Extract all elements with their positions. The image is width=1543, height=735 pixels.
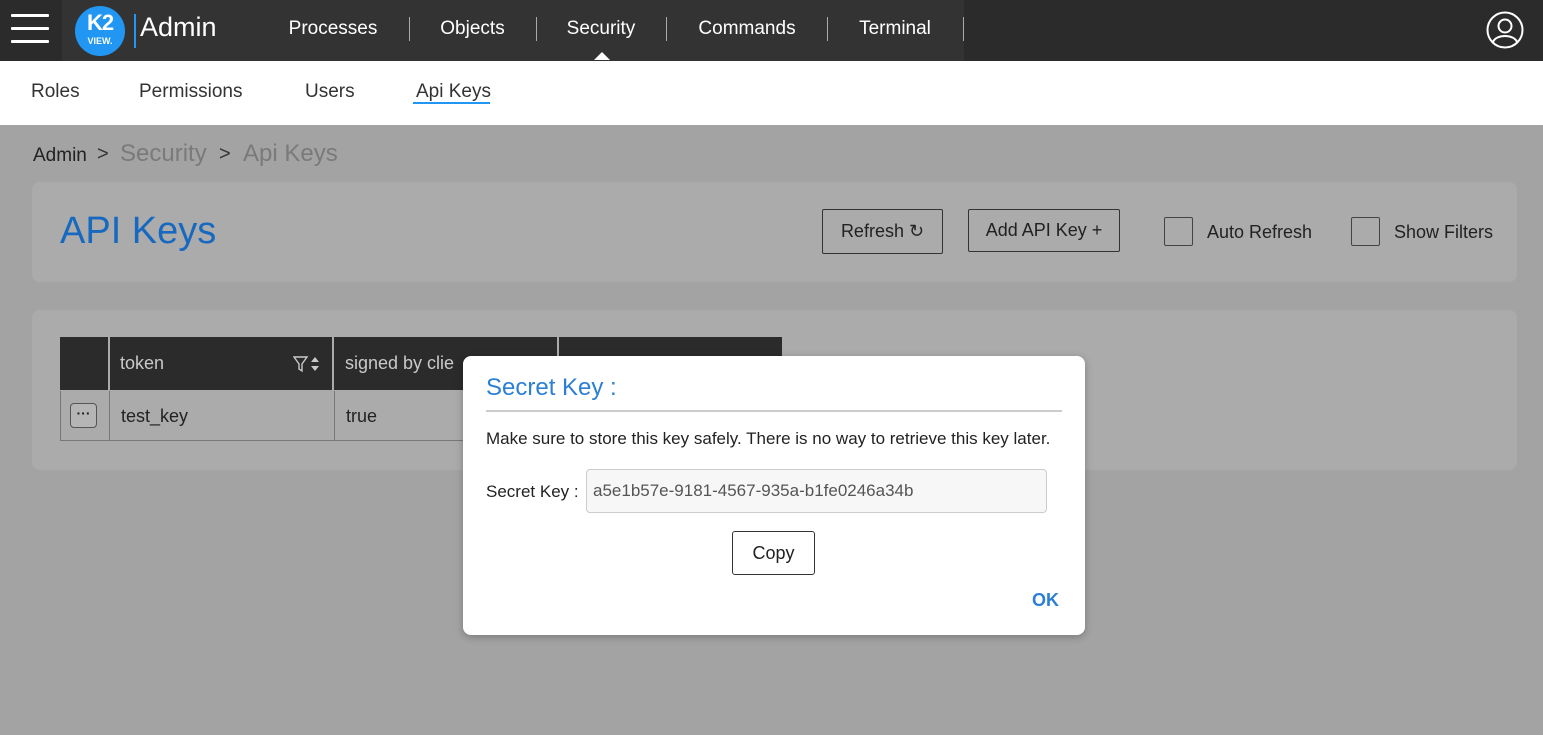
logo-divider: [134, 14, 136, 48]
breadcrumb-separator: >: [97, 143, 109, 165]
breadcrumb-security[interactable]: Security: [120, 140, 207, 168]
copy-button[interactable]: Copy: [732, 531, 815, 575]
dialog-divider: [486, 410, 1062, 412]
nav-divider: [666, 17, 667, 41]
show-filters-label: Show Filters: [1394, 222, 1494, 242]
nav-item-processes[interactable]: Processes: [280, 0, 386, 61]
subnav-item-api-keys[interactable]: Api Keys: [416, 81, 491, 103]
column-header-token-label: token: [120, 353, 165, 373]
page-title: API Keys: [60, 210, 217, 252]
app-title: Admin: [140, 12, 217, 42]
app-logo-block: K2 VIEW. Admin: [62, 0, 258, 61]
dialog-title: Secret Key :: [486, 374, 617, 401]
secret-key-label: Secret Key :: [486, 482, 579, 501]
nav-divider: [409, 17, 410, 41]
add-api-key-button[interactable]: Add API Key +: [968, 209, 1120, 252]
subnav-item-roles[interactable]: Roles: [31, 81, 80, 103]
table-header-actions: [60, 337, 108, 390]
table-cell-token: test_key: [109, 391, 335, 441]
k2view-logo: K2 VIEW.: [75, 6, 125, 56]
nav-item-commands[interactable]: Commands: [687, 0, 807, 61]
column-header-signed-label: signed by clie: [345, 353, 455, 373]
nav-item-objects[interactable]: Objects: [430, 0, 515, 61]
nav-item-terminal[interactable]: Terminal: [847, 0, 943, 61]
refresh-button[interactable]: Refresh ↻: [822, 209, 943, 254]
user-profile-icon[interactable]: [1486, 11, 1524, 49]
secret-key-field[interactable]: [586, 469, 1047, 513]
nav-divider: [827, 17, 828, 41]
breadcrumb-separator: >: [219, 143, 231, 165]
nav-divider: [536, 17, 537, 41]
filter-sort-icon[interactable]: [292, 355, 323, 373]
auto-refresh-checkbox[interactable]: [1164, 217, 1193, 246]
dialog-message: Make sure to store this key safely. Ther…: [486, 429, 1051, 448]
top-bar: K2 VIEW. Admin Processes Objects Securit…: [0, 0, 1543, 61]
breadcrumb-api-keys: Api Keys: [243, 140, 338, 167]
show-filters-checkbox[interactable]: [1351, 217, 1380, 246]
subnav-item-users[interactable]: Users: [305, 81, 355, 103]
active-subnav-underline: [413, 102, 490, 104]
nav-divider: [963, 17, 964, 41]
secret-key-dialog: Secret Key : Make sure to store this key…: [463, 356, 1085, 635]
auto-refresh-label: Auto Refresh: [1207, 222, 1313, 242]
ok-button[interactable]: OK: [1032, 590, 1059, 611]
menu-icon[interactable]: [11, 14, 49, 44]
row-actions-button[interactable]: ···: [70, 403, 97, 428]
breadcrumb-admin[interactable]: Admin: [33, 145, 87, 167]
main-nav: Processes Objects Security Commands Term…: [258, 0, 964, 61]
subnav-item-permissions[interactable]: Permissions: [139, 81, 242, 103]
active-nav-caret-icon: [594, 52, 610, 60]
